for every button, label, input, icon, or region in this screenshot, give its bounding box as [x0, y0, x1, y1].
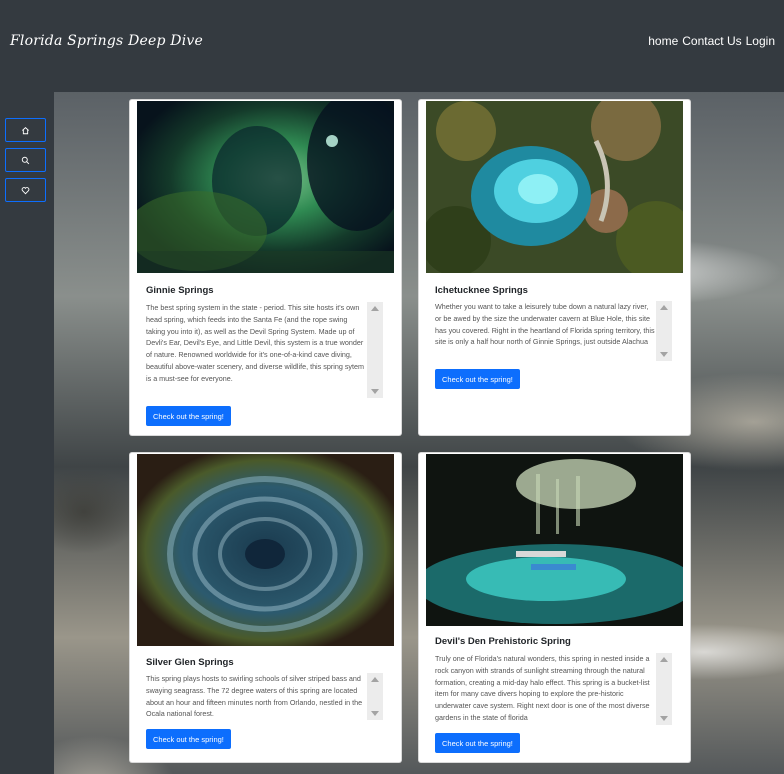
sidebar-home-button[interactable]	[5, 118, 46, 142]
top-navbar: Florida Springs Deep Dive home Contact U…	[0, 0, 784, 92]
card-scrollbar[interactable]	[656, 301, 672, 361]
nav-link-login[interactable]: Login	[746, 34, 775, 48]
scroll-up-arrow-icon[interactable]	[660, 305, 668, 310]
card-scrollbar[interactable]	[656, 653, 672, 725]
card-description[interactable]: Truly one of Florida's natural wonders, …	[435, 653, 672, 725]
ginnie-springs-photo	[137, 101, 394, 273]
card-title: Ginnie Springs	[146, 285, 214, 296]
card-title: Silver Glen Springs	[146, 657, 234, 668]
scroll-down-arrow-icon[interactable]	[660, 352, 668, 357]
card-scrollbar[interactable]	[367, 302, 383, 398]
sidebar-favorites-button[interactable]	[5, 178, 46, 202]
scroll-down-arrow-icon[interactable]	[371, 389, 379, 394]
spring-card-silver-glen: Silver Glen Springs This spring plays ho…	[129, 452, 402, 763]
home-icon	[22, 126, 29, 134]
card-scrollbar[interactable]	[367, 673, 383, 720]
check-out-spring-button[interactable]: Check out the spring!	[435, 369, 520, 389]
silver-glen-springs-photo	[137, 454, 394, 646]
card-title: Devil's Den Prehistoric Spring	[435, 636, 571, 647]
card-description[interactable]: Whether you want to take a leisurely tub…	[435, 301, 672, 361]
check-out-spring-button[interactable]: Check out the spring!	[146, 729, 231, 749]
search-icon	[21, 156, 30, 164]
nav-link-contact[interactable]: Contact Us	[682, 34, 741, 48]
card-description[interactable]: The best spring system in the state - pe…	[146, 302, 383, 398]
card-description[interactable]: This spring plays hosts to swirling scho…	[146, 673, 383, 720]
spring-card-ichetucknee: Ichetucknee Springs Whether you want to …	[418, 99, 691, 436]
scroll-down-arrow-icon[interactable]	[371, 711, 379, 716]
nav-links: home Contact Us Login	[648, 34, 775, 48]
check-out-spring-button[interactable]: Check out the spring!	[435, 733, 520, 753]
scroll-up-arrow-icon[interactable]	[371, 677, 379, 682]
scroll-up-arrow-icon[interactable]	[660, 657, 668, 662]
check-out-spring-button[interactable]: Check out the spring!	[146, 406, 231, 426]
ichetucknee-springs-photo	[426, 101, 683, 273]
sidebar-search-button[interactable]	[5, 148, 46, 172]
card-title: Ichetucknee Springs	[435, 285, 528, 296]
spring-card-ginnie: Ginnie Springs The best spring system in…	[129, 99, 402, 436]
nav-link-home[interactable]: home	[648, 34, 678, 48]
sidebar	[0, 92, 54, 774]
scroll-up-arrow-icon[interactable]	[371, 306, 379, 311]
brand-logo[interactable]: Florida Springs Deep Dive	[10, 33, 203, 49]
devils-den-photo	[426, 454, 683, 626]
scroll-down-arrow-icon[interactable]	[660, 716, 668, 721]
heart-icon	[21, 186, 30, 194]
spring-card-devils-den: Devil's Den Prehistoric Spring Truly one…	[418, 452, 691, 763]
